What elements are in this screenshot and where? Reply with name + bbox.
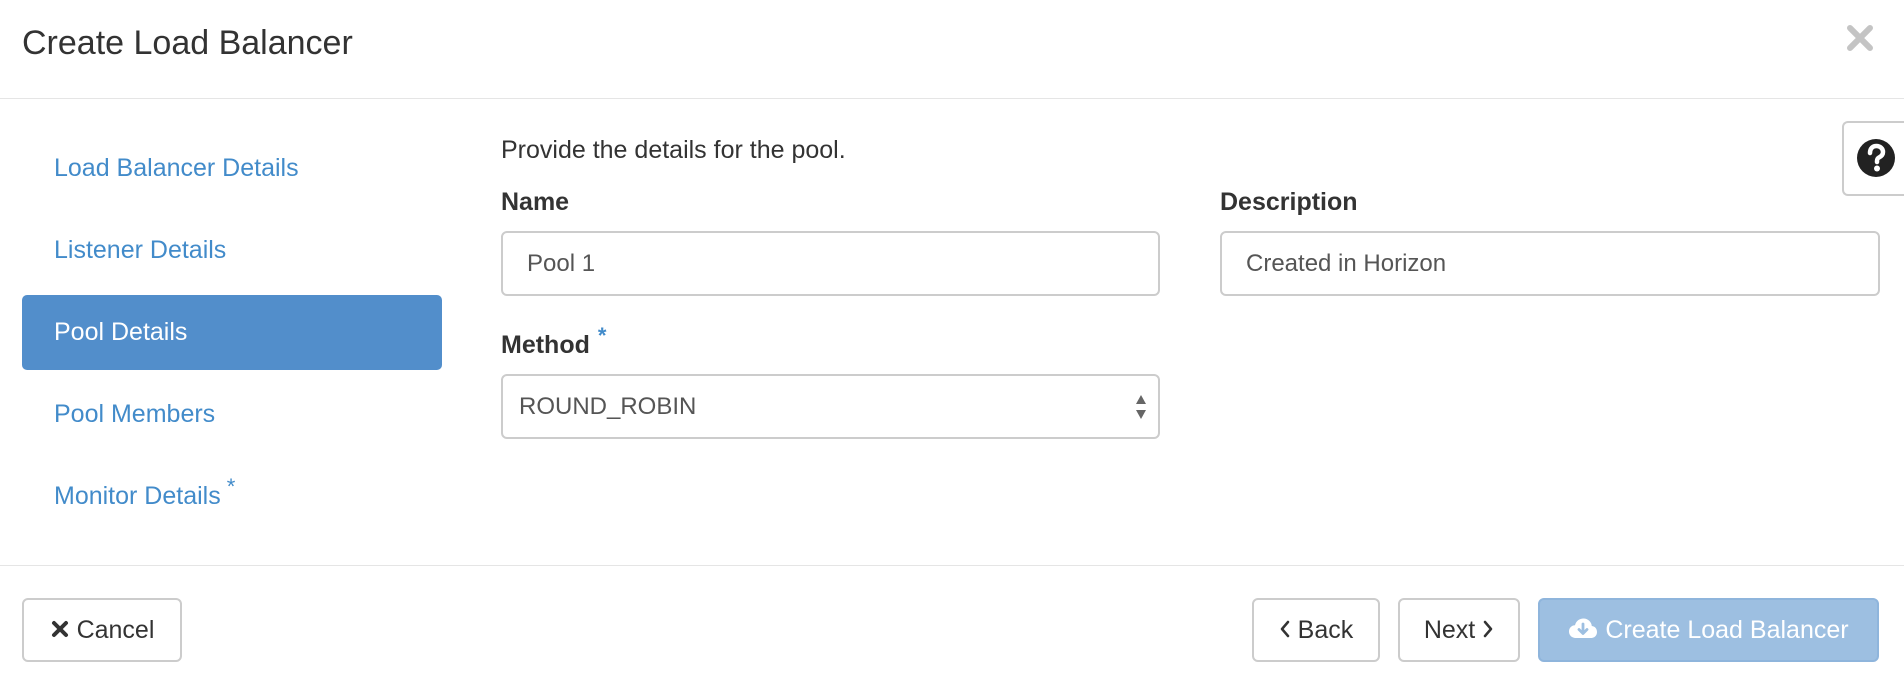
required-indicator: * xyxy=(597,323,607,348)
required-indicator: * xyxy=(226,474,236,499)
modal-footer: Cancel Back Next Create Load Balancer xyxy=(0,565,1904,677)
method-label: Method * xyxy=(501,323,606,360)
chevron-left-icon xyxy=(1280,621,1289,638)
modal-header: Create Load Balancer xyxy=(0,0,1904,99)
question-circle-icon xyxy=(1857,139,1895,177)
cancel-label: Cancel xyxy=(76,616,155,644)
cancel-button[interactable]: Cancel xyxy=(22,598,182,662)
nav-item-label: Monitor Details xyxy=(54,482,221,510)
back-label: Back xyxy=(1297,616,1354,644)
nav-item-pool-details[interactable]: Pool Details xyxy=(22,295,442,370)
description-input[interactable]: Created in Horizon xyxy=(1220,231,1880,296)
method-select[interactable]: ROUND_ROBIN xyxy=(501,374,1160,439)
next-button[interactable]: Next xyxy=(1398,598,1520,662)
name-input[interactable]: Pool 1 xyxy=(501,231,1160,296)
method-select-value: ROUND_ROBIN xyxy=(519,393,697,420)
nav-item-label: Listener Details xyxy=(54,236,227,264)
nav-item-label: Pool Members xyxy=(54,400,216,428)
nav-item-label: Load Balancer Details xyxy=(54,154,299,182)
wizard-nav: Load Balancer Details Listener Details P… xyxy=(22,131,442,541)
back-button[interactable]: Back xyxy=(1252,598,1380,662)
create-label: Create Load Balancer xyxy=(1605,616,1849,644)
sort-arrows-icon xyxy=(1136,395,1146,419)
nav-item-listener-details[interactable]: Listener Details xyxy=(22,213,442,288)
nav-item-monitor-details[interactable]: Monitor Details * xyxy=(22,459,442,534)
nav-item-label: Pool Details xyxy=(54,318,188,346)
cloud-download-icon xyxy=(1569,618,1598,639)
name-label: Name xyxy=(501,188,570,216)
chevron-right-icon xyxy=(1483,621,1493,638)
method-label-text: Method xyxy=(501,331,590,359)
times-icon xyxy=(51,621,68,638)
next-label: Next xyxy=(1423,616,1476,644)
close-button[interactable] xyxy=(1840,18,1880,58)
nav-item-pool-members[interactable]: Pool Members xyxy=(22,377,442,452)
form-intro: Provide the details for the pool. xyxy=(501,136,846,164)
description-label: Description xyxy=(1220,188,1358,216)
help-button[interactable] xyxy=(1842,121,1904,196)
close-icon xyxy=(1847,25,1873,51)
dialog-title: Create Load Balancer xyxy=(22,24,353,62)
nav-item-load-balancer-details[interactable]: Load Balancer Details xyxy=(22,131,442,206)
create-load-balancer-button[interactable]: Create Load Balancer xyxy=(1538,598,1879,662)
